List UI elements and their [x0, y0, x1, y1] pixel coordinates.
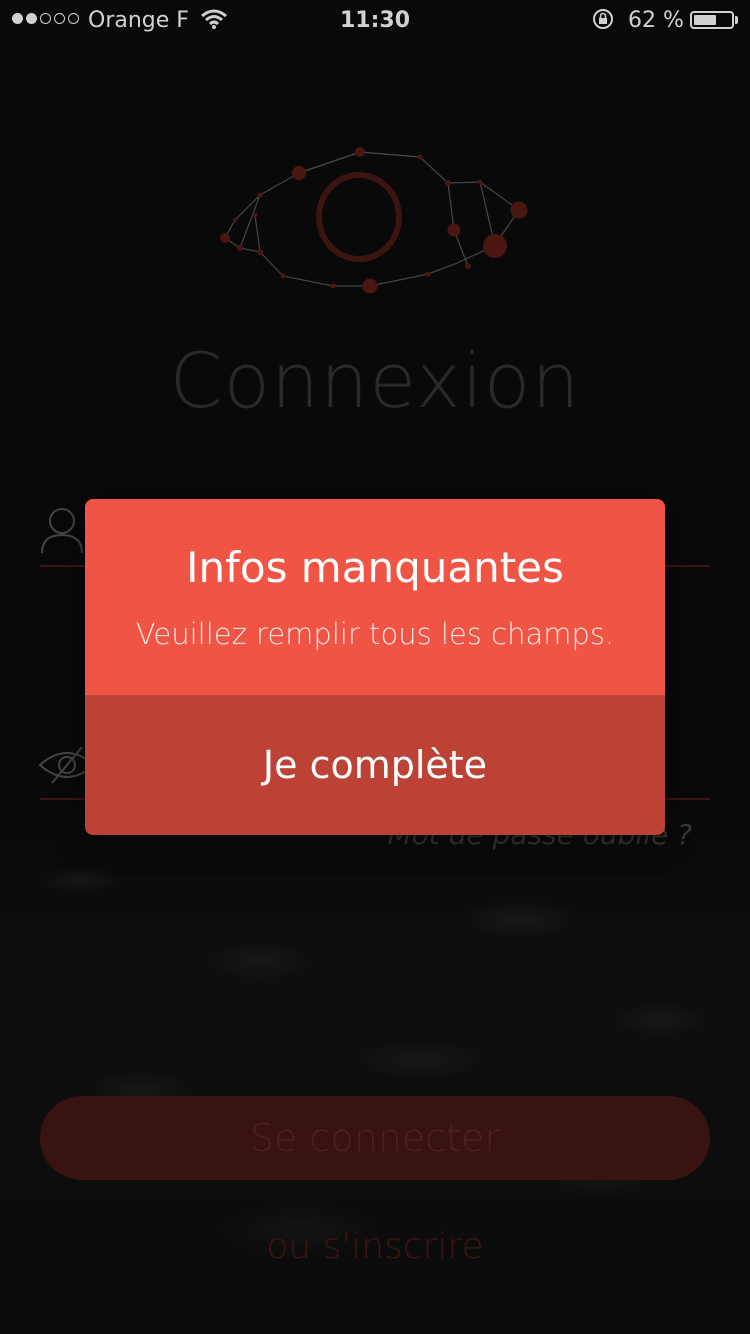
complete-button[interactable]: Je complète [85, 695, 665, 835]
login-screen: Orange F 11:30 62 % Connexion ? Se conne… [0, 0, 750, 1334]
alert-message: Veuillez remplir tous les champs. [135, 617, 615, 651]
missing-info-alert: Infos manquantes Veuillez remplir tous l… [85, 499, 665, 835]
alert-title: Infos manquantes [186, 543, 564, 592]
alert-body: Infos manquantes Veuillez remplir tous l… [85, 499, 665, 695]
